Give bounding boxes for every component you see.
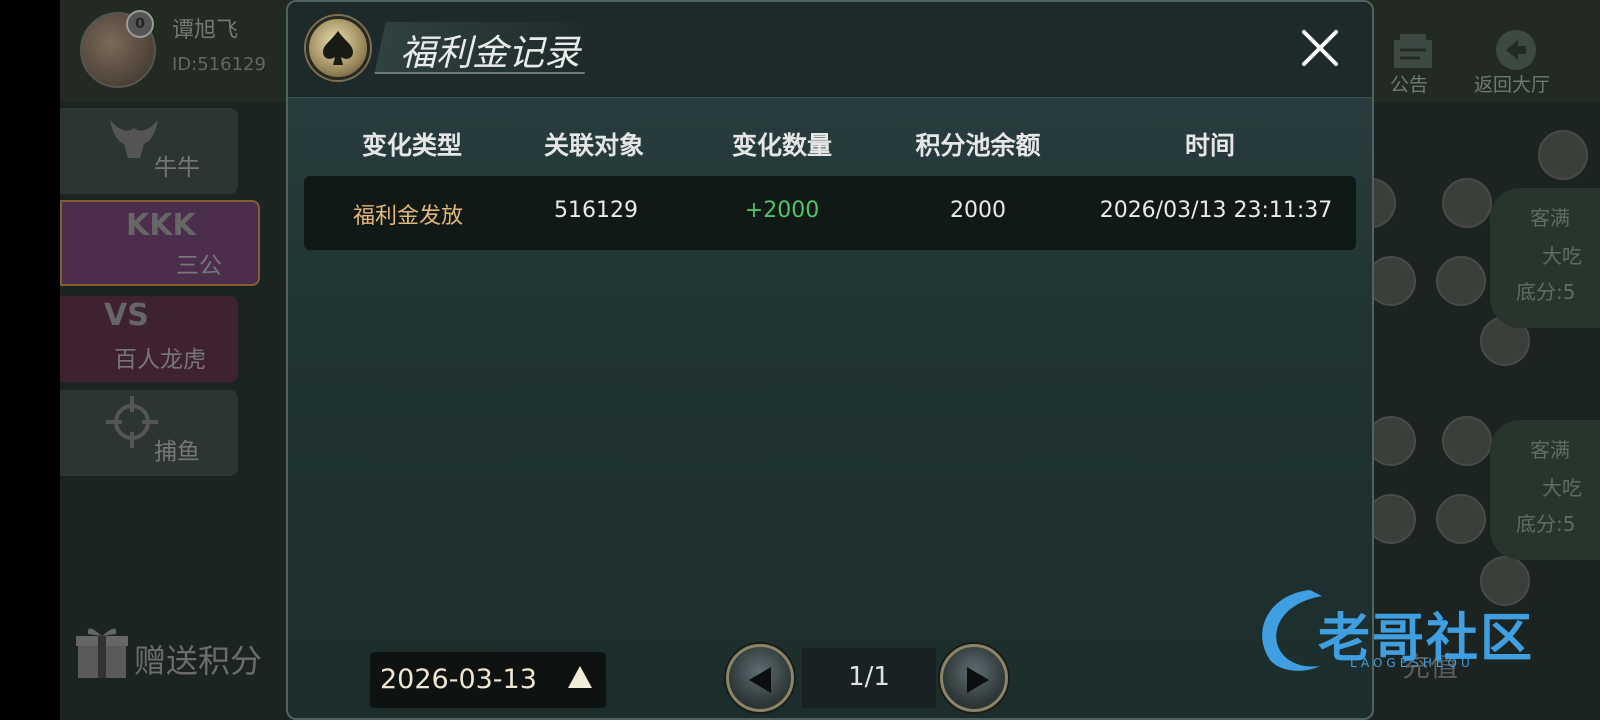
dialog-title: 福利金记录 xyxy=(400,33,581,74)
gift-points-label: 赠送积分 xyxy=(134,642,263,680)
table-row: 福利金发放 516129 +2000 2000 2026/03/13 23:11… xyxy=(304,176,1356,250)
room-card[interactable]: 客满 大吃 底分:5 xyxy=(1490,188,1600,328)
next-page-button[interactable] xyxy=(940,644,1008,712)
watermark-logo: 老哥社区 LAOGESHEQU xyxy=(1250,580,1600,680)
cell-target: 516129 xyxy=(554,198,638,223)
crosshair-icon xyxy=(106,396,158,448)
left-black-border xyxy=(0,0,60,720)
sidebar-item-label: 百人龙虎 xyxy=(114,347,206,373)
page-number: 1/1 xyxy=(848,662,890,692)
spade-icon xyxy=(306,16,370,80)
sidebar-item-sangong[interactable]: KKK 三公 xyxy=(60,200,260,286)
room-mode: 大吃 xyxy=(1542,476,1582,500)
room-mode: 大吃 xyxy=(1542,244,1582,268)
selected-date: 2026-03-13 xyxy=(380,664,537,695)
arrow-right-icon xyxy=(967,667,989,693)
page-indicator: 1/1 xyxy=(802,648,936,708)
avatar-badge: 0 xyxy=(126,10,154,38)
cell-amount: +2000 xyxy=(744,198,820,223)
gift-points-button[interactable]: 赠送积分 xyxy=(74,622,262,686)
cell-type: 福利金发放 xyxy=(352,204,464,229)
watermark-subtext: LAOGESHEQU xyxy=(1350,656,1474,670)
room-status: 客满 xyxy=(1530,438,1570,462)
column-header-amount: 变化数量 xyxy=(731,131,833,160)
caret-up-icon xyxy=(568,666,592,688)
column-header-target: 关联对象 xyxy=(543,131,645,160)
prev-page-button[interactable] xyxy=(726,644,794,712)
sidebar-item-label: 三公 xyxy=(176,253,222,279)
room-base-score: 底分:5 xyxy=(1516,512,1576,536)
avatar xyxy=(1442,416,1492,466)
kkk-logo: KKK xyxy=(126,208,196,243)
sidebar-item-fishing[interactable]: 捕鱼 xyxy=(60,390,238,476)
sidebar-item-label: 捕鱼 xyxy=(154,439,200,465)
table-header: 变化类型 关联对象 变化数量 积分池余额 时间 xyxy=(304,120,1356,166)
avatar xyxy=(1436,494,1486,544)
dialog-header: 福利金记录 xyxy=(288,2,1372,98)
column-header-balance: 积分池余额 xyxy=(915,131,1041,160)
user-id: ID:516129 xyxy=(172,54,266,75)
notice-icon[interactable] xyxy=(1390,32,1436,72)
date-picker-button[interactable]: 2026-03-13 xyxy=(370,652,606,708)
column-header-type: 变化类型 xyxy=(361,131,463,160)
gift-icon xyxy=(76,628,128,678)
room-status: 客满 xyxy=(1530,206,1570,230)
column-header-time: 时间 xyxy=(1184,131,1236,160)
sidebar-item-niuniu[interactable]: 牛牛 xyxy=(60,108,238,194)
avatar xyxy=(1538,130,1588,180)
avatar xyxy=(1442,178,1492,228)
cell-balance: 2000 xyxy=(950,198,1006,223)
welfare-record-dialog: 福利金记录 变化类型 关联对象 变化数量 积分池余额 时间 福利金发放 5161… xyxy=(286,0,1374,720)
notice-label[interactable]: 公告 xyxy=(1390,70,1428,97)
vs-logo: VS xyxy=(104,298,149,333)
room-base-score: 底分:5 xyxy=(1516,280,1576,304)
close-icon[interactable] xyxy=(1296,24,1344,72)
avatar xyxy=(1436,256,1486,306)
sidebar-item-longhu[interactable]: VS 百人龙虎 xyxy=(60,296,238,382)
back-to-lobby-label[interactable]: 返回大厅 xyxy=(1474,70,1550,97)
cell-time: 2026/03/13 23:11:37 xyxy=(1099,198,1333,223)
arrow-left-icon xyxy=(749,667,771,693)
back-icon[interactable] xyxy=(1492,28,1540,72)
room-card[interactable]: 客满 大吃 底分:5 xyxy=(1490,420,1600,560)
sidebar-item-label: 牛牛 xyxy=(154,155,200,181)
username: 谭旭飞 xyxy=(172,18,239,43)
